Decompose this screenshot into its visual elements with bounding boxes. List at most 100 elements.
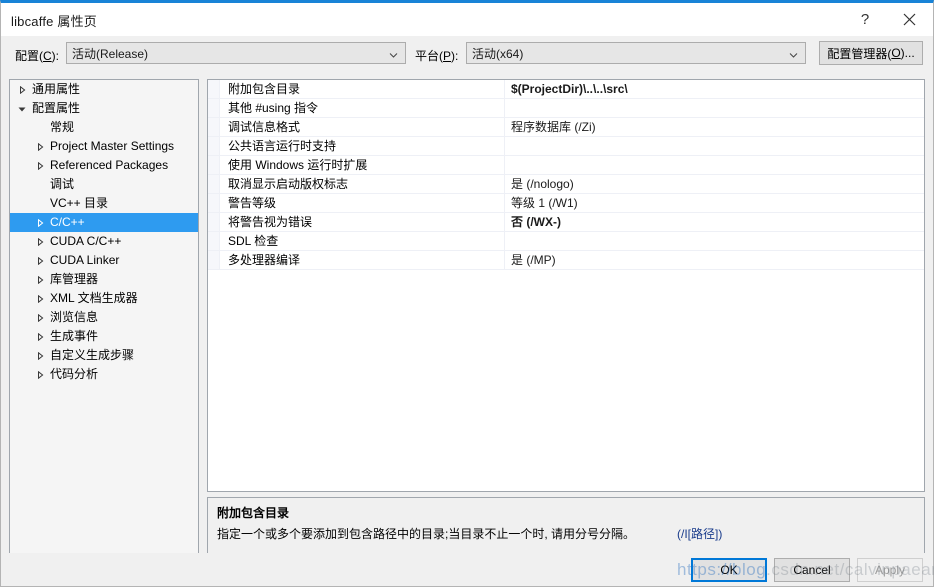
dialog-footer: OK Cancel Apply [1, 553, 933, 586]
tree-item[interactable]: C/C++ [10, 213, 198, 232]
property-value[interactable] [505, 156, 924, 174]
chevron-right-icon[interactable] [34, 289, 46, 308]
description-pane: 附加包含目录 指定一个或多个要添加到包含路径中的目录;当目录不止一个时, 请用分… [207, 497, 925, 556]
property-row[interactable]: 取消显示启动版权标志是 (/nologo) [208, 175, 924, 194]
tree-spacer-icon [34, 118, 46, 137]
tree-item[interactable]: 生成事件 [10, 327, 198, 346]
chevron-right-icon[interactable] [34, 137, 46, 156]
tree-spacer-icon [34, 194, 46, 213]
configuration-bar: 配置(C): 活动(Release) 平台(P): 活动(x64) 配置管理器(… [1, 36, 933, 76]
help-glyph: ? [860, 11, 870, 28]
tree-item[interactable]: 库管理器 [10, 270, 198, 289]
configuration-label: 配置(C): [15, 47, 59, 64]
property-value[interactable]: $(ProjectDir)\..\..\src\ [505, 80, 924, 98]
tree-spacer-icon [34, 175, 46, 194]
configuration-manager-label-post: )... [900, 46, 915, 60]
configuration-label-pre: 配置( [15, 49, 43, 63]
property-value[interactable]: 是 (/nologo) [505, 175, 924, 193]
window-title: libcaffe 属性页 [11, 14, 97, 29]
configuration-combobox-value: 活动(Release) [72, 46, 149, 61]
property-grid-empty-area [208, 270, 924, 481]
tree-item-label: 生成事件 [50, 329, 99, 343]
tree-item[interactable]: 通用属性 [10, 80, 198, 99]
tree-item[interactable]: 常规 [10, 118, 198, 137]
property-row[interactable]: 公共语言运行时支持 [208, 137, 924, 156]
tree-item[interactable]: Project Master Settings [10, 137, 198, 156]
property-name: 使用 Windows 运行时扩展 [220, 156, 505, 174]
description-title: 附加包含目录 [217, 506, 290, 520]
property-value[interactable]: 否 (/WX-) [505, 213, 924, 231]
property-row[interactable]: SDL 检查 [208, 232, 924, 251]
tree-item[interactable]: CUDA Linker [10, 251, 198, 270]
chevron-right-icon[interactable] [34, 327, 46, 346]
chevron-right-icon[interactable] [34, 213, 46, 232]
tree-item[interactable]: 自定义生成步骤 [10, 346, 198, 365]
apply-button[interactable]: Apply [857, 558, 923, 582]
chevron-right-icon[interactable] [34, 308, 46, 327]
property-value[interactable]: 是 (/MP) [505, 251, 924, 269]
property-row[interactable]: 调试信息格式 程序数据库 (/Zi) [208, 118, 924, 137]
property-value[interactable]: 程序数据库 (/Zi) [505, 118, 924, 136]
property-row[interactable]: 将警告视为错误否 (/WX-) [208, 213, 924, 232]
property-value[interactable] [505, 137, 924, 155]
tree-item[interactable]: CUDA C/C++ [10, 232, 198, 251]
chevron-right-icon[interactable] [34, 365, 46, 384]
property-row[interactable]: 其他 #using 指令 [208, 99, 924, 118]
tree-item[interactable]: 浏览信息 [10, 308, 198, 327]
property-row[interactable]: 多处理器编译是 (/MP) [208, 251, 924, 270]
property-row[interactable]: 附加包含目录 $(ProjectDir)\..\..\src\ [208, 80, 924, 99]
configuration-combobox[interactable]: 活动(Release) [66, 42, 406, 64]
chevron-right-icon[interactable] [16, 80, 28, 99]
property-grid[interactable]: 附加包含目录 $(ProjectDir)\..\..\src\ 其他 #using … [207, 79, 925, 492]
property-name: 警告等级 [220, 194, 505, 212]
tree-item-label: CUDA Linker [50, 253, 120, 267]
property-row-gutter [208, 194, 220, 212]
tree-item[interactable]: 配置属性 [10, 99, 198, 118]
help-icon[interactable]: ? [843, 3, 887, 36]
tree-item-label: 代码分析 [50, 367, 99, 381]
tree-item-label: 自定义生成步骤 [50, 348, 135, 362]
chevron-right-icon[interactable] [34, 232, 46, 251]
cancel-button[interactable]: Cancel [774, 558, 850, 582]
tree-item-label: 配置属性 [32, 101, 81, 115]
chevron-right-icon[interactable] [34, 251, 46, 270]
description-switch: (/I[路径]) [677, 527, 723, 541]
chevron-right-icon[interactable] [34, 270, 46, 289]
property-value[interactable]: 等级 1 (/W1) [505, 194, 924, 212]
property-name: 多处理器编译 [220, 251, 505, 269]
property-pages-dialog: libcaffe 属性页 ? 配置(C): 活动(Release) 平台(P):… [0, 0, 934, 587]
property-row-gutter [208, 80, 220, 98]
chevron-down-icon[interactable] [16, 99, 28, 118]
platform-label-pre: 平台( [415, 49, 443, 63]
ok-button[interactable]: OK [691, 558, 767, 582]
tree-item-label: C/C++ [50, 215, 85, 229]
property-name: 取消显示启动版权标志 [220, 175, 505, 193]
property-row[interactable]: 警告等级 等级 1 (/W1) [208, 194, 924, 213]
property-value[interactable] [505, 99, 924, 117]
configuration-label-post: ): [51, 49, 60, 63]
property-row[interactable]: 使用 Windows 运行时扩展 [208, 156, 924, 175]
tree-item-label: Referenced Packages [50, 158, 169, 172]
configuration-manager-label-key: O [891, 46, 901, 60]
tree-item[interactable]: Referenced Packages [10, 156, 198, 175]
configuration-label-key: C [43, 49, 52, 63]
platform-label-key: P [443, 49, 452, 63]
property-name: 公共语言运行时支持 [220, 137, 505, 155]
tree-item[interactable]: 代码分析 [10, 365, 198, 384]
platform-label-post: ): [451, 49, 459, 63]
chevron-right-icon[interactable] [34, 346, 46, 365]
tree-item[interactable]: 调试 [10, 175, 198, 194]
property-name: SDL 检查 [220, 232, 505, 250]
configuration-manager-button[interactable]: 配置管理器(O)... [819, 41, 923, 65]
chevron-right-icon[interactable] [34, 156, 46, 175]
close-icon[interactable] [887, 3, 931, 36]
property-name: 附加包含目录 [220, 80, 505, 98]
chevron-down-icon [389, 49, 398, 58]
tree-item[interactable]: VC++ 目录 [10, 194, 198, 213]
tree-item[interactable]: XML 文档生成器 [10, 289, 198, 308]
property-row-gutter [208, 213, 220, 231]
platform-combobox[interactable]: 活动(x64) [466, 42, 806, 64]
property-value[interactable] [505, 232, 924, 250]
tree-item-label: VC++ 目录 [50, 196, 109, 210]
property-tree[interactable]: 通用属性配置属性常规 Project Master Settings Referen… [9, 79, 199, 556]
